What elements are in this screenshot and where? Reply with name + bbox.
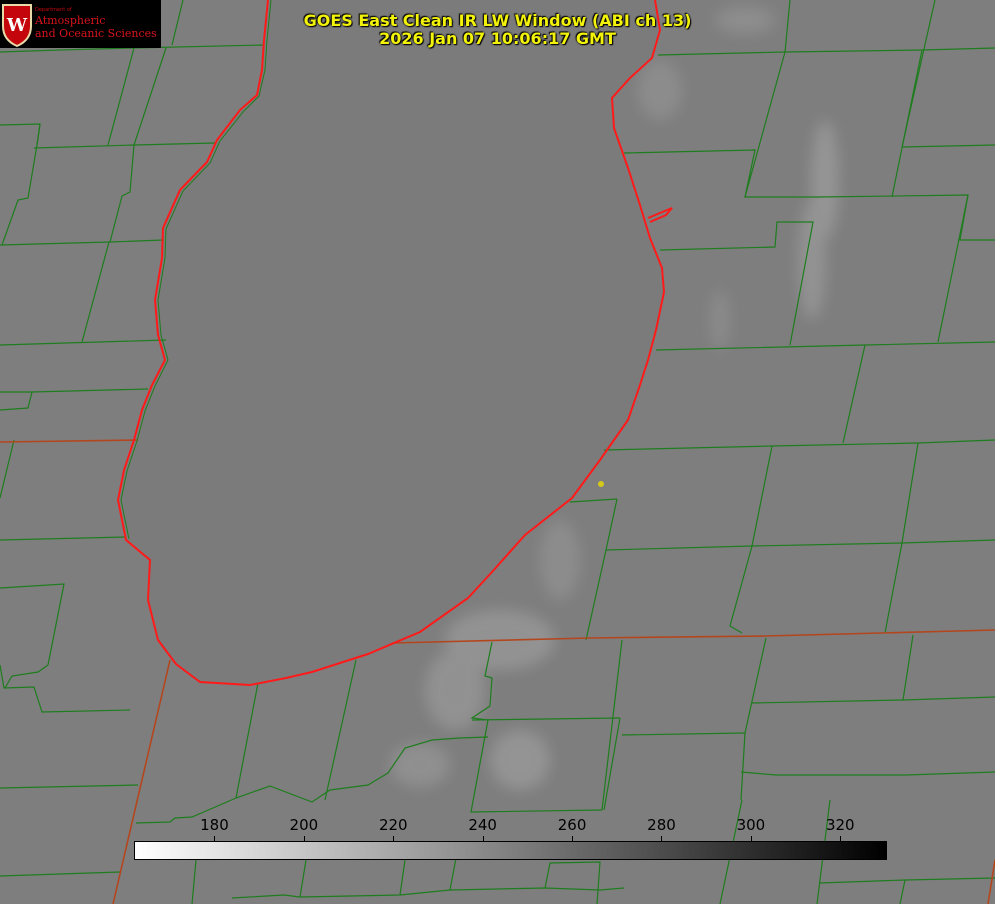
colorbar-tick-label: 220 (378, 816, 408, 834)
satellite-map (0, 0, 995, 904)
aos-logo: W Department of Atmospheric and Oceanic … (0, 0, 161, 48)
logo-name-line2: and Oceanic Sciences (35, 27, 157, 40)
temperature-colorbar: 180 200 220 240 260 280 300 320 (134, 812, 887, 862)
cloud-streak (490, 730, 550, 790)
cloud-streak (638, 60, 682, 120)
satellite-image-viewer: GOES East Clean IR LW Window (ABI ch 13)… (0, 0, 995, 904)
cloud-streak (540, 520, 580, 600)
crest-letter: W (6, 15, 28, 36)
colorbar-tick-label: 320 (825, 816, 855, 834)
logo-name-line1: Atmospheric (35, 14, 106, 27)
cloud-streak (798, 200, 826, 320)
colorbar-tick-label: 300 (736, 816, 766, 834)
colorbar-tick-label: 260 (557, 816, 587, 834)
colorbar-tick-label: 180 (200, 816, 229, 834)
station-dot-icon (598, 481, 604, 487)
cloud-streak (390, 743, 450, 787)
crest-icon: W (2, 4, 32, 48)
colorbar-tick-label: 200 (289, 816, 319, 834)
colorbar-ramp (134, 841, 887, 860)
cloud-streak (710, 290, 730, 350)
logo-department: Department of (35, 7, 72, 13)
colorbar-tick-label: 240 (468, 816, 497, 834)
colorbar-tick-label: 280 (647, 816, 676, 834)
